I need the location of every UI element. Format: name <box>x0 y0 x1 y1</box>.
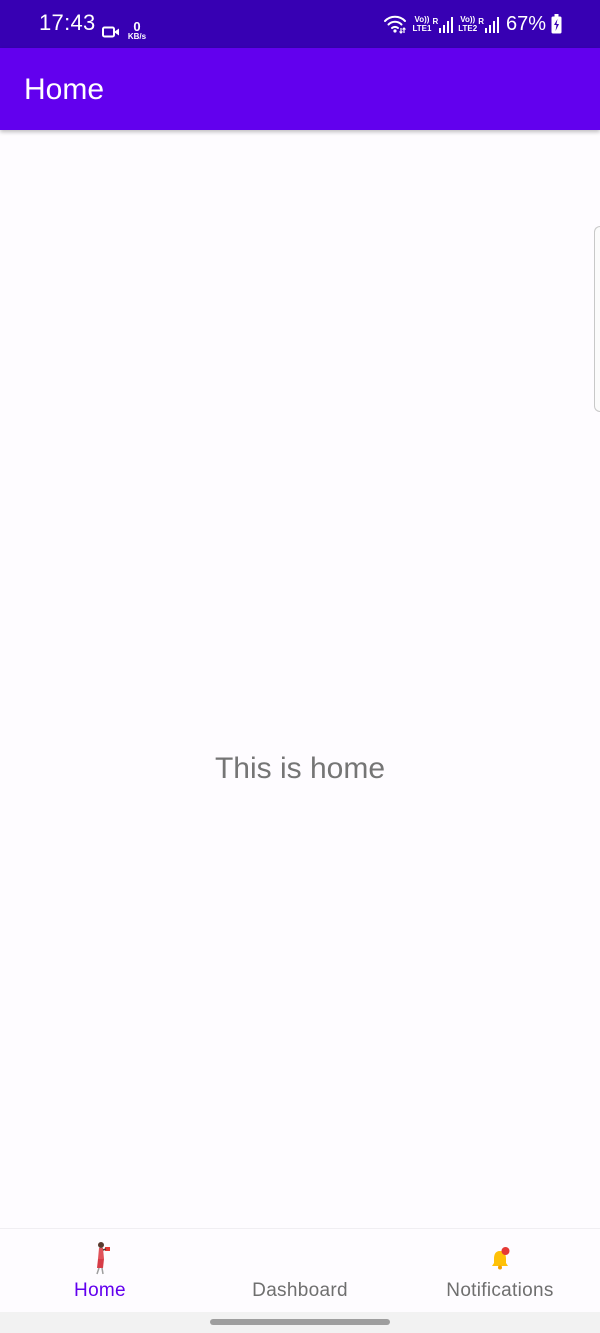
home-figure-icon <box>96 1242 110 1275</box>
nav-label-dashboard: Dashboard <box>252 1280 348 1301</box>
sim2-volte: Vo)) <box>460 15 476 24</box>
app-bar: Home <box>0 48 600 130</box>
phone-screen: 17:43 0 KB/s Vo)) LTE1 R Vo)) LTE2 R 67%… <box>0 0 600 1333</box>
home-gesture-bar[interactable] <box>210 1319 390 1325</box>
roaming-indicator: R <box>432 17 439 26</box>
battery-charging-icon <box>551 14 562 34</box>
network-speed: 0 KB/s <box>124 20 150 41</box>
signal-icon <box>439 17 454 33</box>
network-speed-unit: KB/s <box>127 32 147 41</box>
sim1-type: LTE1 <box>412 24 432 33</box>
dashboard-icon <box>286 1241 314 1275</box>
edge-panel-handle[interactable] <box>594 226 600 412</box>
status-icons: Vo)) LTE1 R Vo)) LTE2 R 67% <box>383 10 562 38</box>
roaming-indicator: R <box>478 17 484 26</box>
status-time: 17:43 <box>39 10 96 35</box>
sim1-signal: Vo)) LTE1 R <box>412 15 454 33</box>
battery-percent: 67% <box>505 12 546 35</box>
bottom-navigation: Home Dashboard Notifications <box>0 1228 600 1313</box>
sim2-signal: Vo)) LTE2 R <box>458 15 499 33</box>
home-content: This is home <box>0 130 600 1228</box>
nav-label-notifications: Notifications <box>446 1280 554 1301</box>
nav-label-home: Home <box>74 1280 126 1301</box>
wifi-icon <box>384 15 407 34</box>
nav-item-notifications[interactable]: Notifications <box>400 1229 600 1313</box>
gesture-area <box>0 1312 600 1333</box>
bell-icon <box>492 1247 510 1270</box>
nav-item-dashboard[interactable]: Dashboard <box>200 1229 400 1313</box>
nav-item-home[interactable]: Home <box>0 1229 200 1313</box>
home-message: This is home <box>214 752 386 785</box>
sim2-type: LTE2 <box>458 24 478 33</box>
signal-icon <box>484 17 499 33</box>
video-camera-icon <box>102 26 119 38</box>
sim1-volte: Vo)) <box>414 15 430 24</box>
page-title: Home <box>24 73 105 106</box>
status-bar: 17:43 0 KB/s Vo)) LTE1 R Vo)) LTE2 R 67% <box>0 0 600 48</box>
